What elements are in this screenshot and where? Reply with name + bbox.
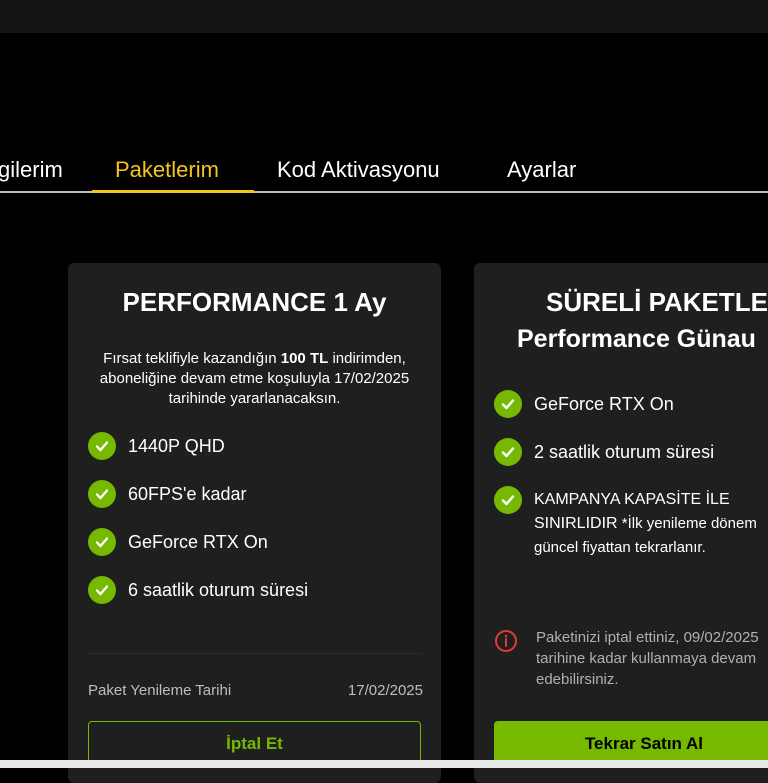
feature-text: 1440P QHD bbox=[128, 436, 225, 456]
renewal-date-label: Paket Yenileme Tarihi bbox=[88, 682, 232, 699]
divider bbox=[88, 653, 421, 654]
tab-kod-aktivasyonu[interactable]: Kod Aktivasyonu bbox=[277, 157, 440, 183]
check-circle-icon bbox=[88, 480, 116, 508]
info-circle-icon bbox=[494, 629, 518, 653]
card-title: PERFORMANCE 1 Ay bbox=[122, 287, 387, 317]
tab-paketlerim[interactable]: Paketlerim bbox=[115, 157, 219, 183]
tab-bar: gilerim Paketlerim Kod Aktivasyonu Ayarl… bbox=[0, 150, 768, 194]
check-circle-icon bbox=[494, 390, 522, 418]
bottom-strip bbox=[0, 760, 768, 768]
check-circle-icon bbox=[494, 438, 522, 466]
feature-text: 2 saatlik oturum süresi bbox=[534, 442, 715, 462]
feature-text: KAMPANYA KAPASİTE İLE SINIRLIDIR *İlk ye… bbox=[534, 491, 757, 556]
renewal-date-value: 17/02/2025 bbox=[347, 682, 423, 699]
feature-item: GeForce RTX On bbox=[88, 528, 268, 556]
feature-text: GeForce RTX On bbox=[534, 394, 674, 414]
feature-item: 2 saatlik oturum süresi bbox=[494, 438, 714, 466]
check-circle-icon bbox=[88, 432, 116, 460]
feature-item: 6 saatlik oturum süresi bbox=[88, 576, 308, 604]
feature-item: KAMPANYA KAPASİTE İLE SINIRLIDIR *İlk ye… bbox=[494, 486, 768, 560]
package-card-sureli: SÜRELİ PAKETLER Performance Günau GeForc… bbox=[474, 263, 768, 783]
feature-text: 60FPS'e kadar bbox=[128, 484, 247, 504]
feature-text: 6 saatlik oturum süresi bbox=[128, 580, 309, 600]
package-card-performance: PERFORMANCE 1 Ay Fırsat teklifiyle kazan… bbox=[68, 263, 441, 783]
card-subtitle: Performance Günau bbox=[517, 325, 756, 353]
offer-description: Fırsat teklifiyle kazandığın 100 TL indi… bbox=[99, 350, 410, 407]
cancel-notice-text: Paketinizi iptal ettiniz, 09/02/2025 tar… bbox=[536, 629, 759, 688]
tab-ayarlar[interactable]: Ayarlar bbox=[507, 157, 576, 183]
feature-item: 60FPS'e kadar bbox=[88, 480, 247, 508]
feature-text: GeForce RTX On bbox=[128, 532, 268, 552]
top-bar bbox=[0, 0, 768, 33]
check-circle-icon bbox=[88, 576, 116, 604]
check-circle-icon bbox=[494, 486, 522, 514]
feature-item: 1440P QHD bbox=[88, 432, 225, 460]
feature-item: GeForce RTX On bbox=[494, 390, 674, 418]
cancel-notice: Paketinizi iptal ettiniz, 09/02/2025 tar… bbox=[494, 627, 768, 690]
tab-bilgilerim[interactable]: gilerim bbox=[0, 157, 63, 183]
card-title: SÜRELİ PAKETLER bbox=[546, 287, 768, 317]
active-tab-indicator bbox=[92, 190, 254, 193]
check-circle-icon bbox=[88, 528, 116, 556]
